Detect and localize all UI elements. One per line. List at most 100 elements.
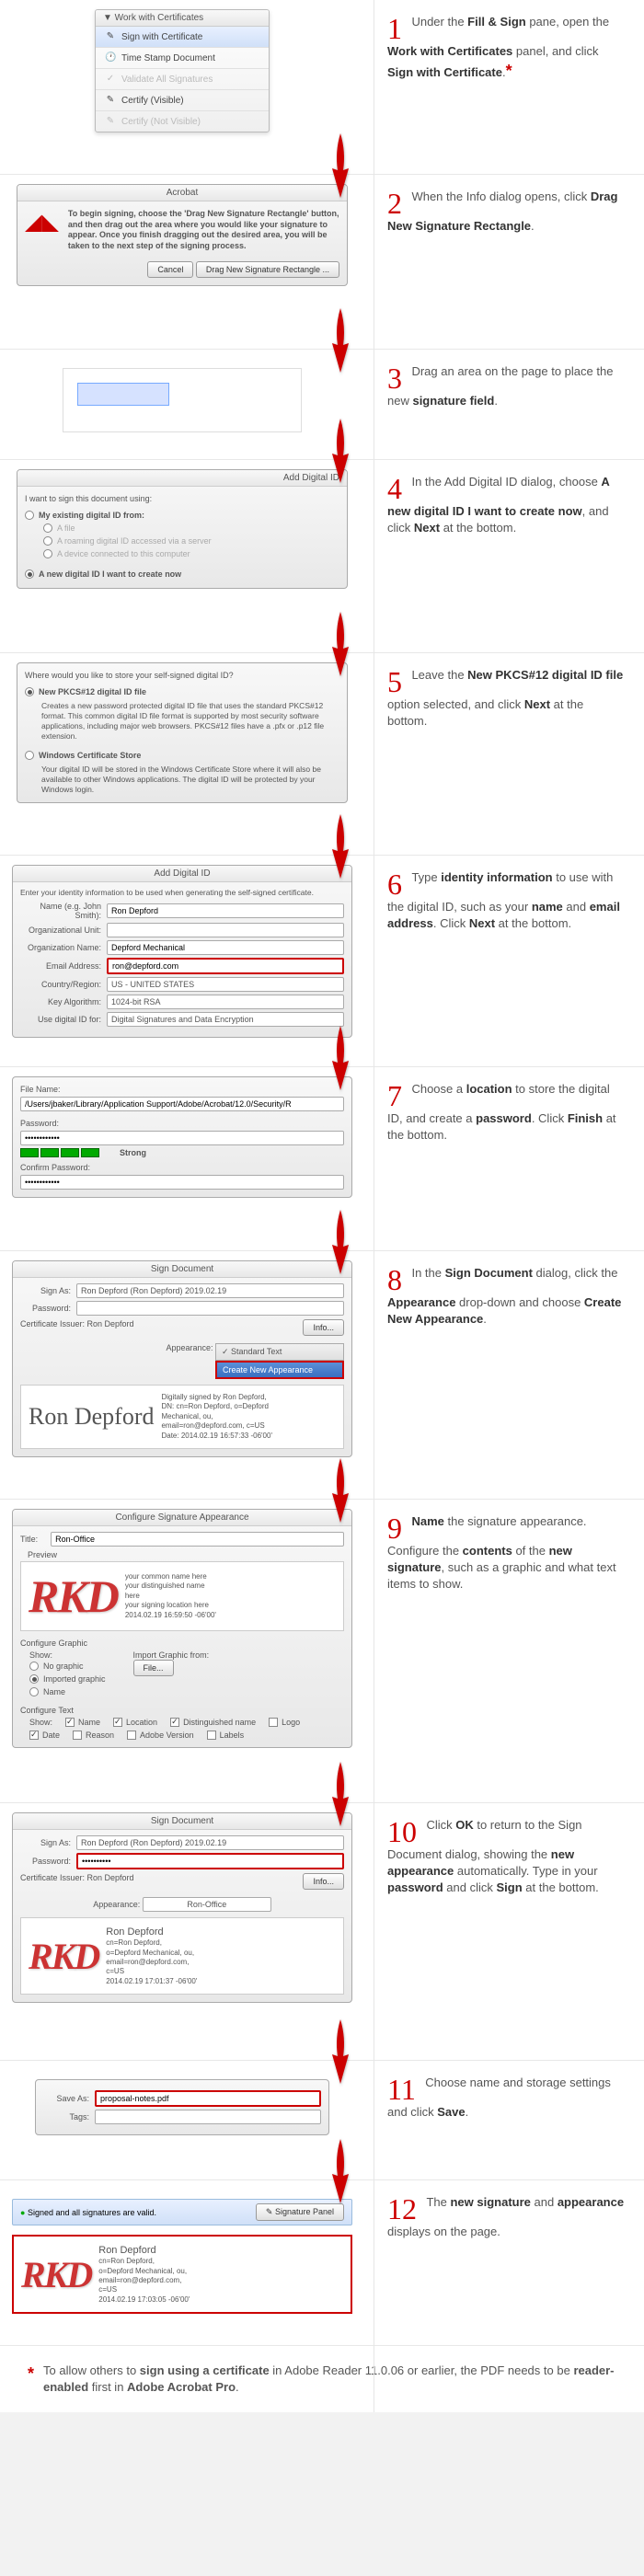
title-field[interactable] xyxy=(51,1532,344,1547)
password-field[interactable] xyxy=(76,1301,344,1316)
radio-imported-graphic[interactable]: Imported graphic xyxy=(29,1673,106,1685)
signature-preview: RKD your common name here your distingui… xyxy=(20,1561,344,1631)
ou-field[interactable] xyxy=(107,923,344,937)
saveas-field[interactable] xyxy=(95,2090,321,2107)
appearance-select[interactable]: Ron-Office xyxy=(143,1897,271,1912)
email-field[interactable] xyxy=(107,958,344,974)
signature-field-drag[interactable] xyxy=(77,383,169,406)
use-label: Use digital ID for: xyxy=(20,1015,101,1024)
signature-on-page: RKD Ron Depfordcn=Ron Depford, o=Depford… xyxy=(12,2235,352,2314)
radio-name-graphic[interactable]: Name xyxy=(29,1685,106,1698)
step-text: Leave the New PKCS#12 digital ID file op… xyxy=(387,668,623,728)
preview-text: your common name here your distinguished… xyxy=(125,1572,216,1620)
chk-name[interactable]: Name xyxy=(65,1718,100,1727)
step-text: In the Sign Document dialog, click the A… xyxy=(387,1266,621,1326)
arrow-icon xyxy=(329,1458,351,1535)
info-button[interactable]: Info... xyxy=(303,1873,344,1890)
key-select[interactable]: 1024-bit RSA xyxy=(107,995,344,1009)
step-number: 4 xyxy=(387,474,402,503)
signas-select[interactable]: Ron Depford (Ron Depford) 2019.02.19 xyxy=(76,1835,344,1850)
dialog-title: Acrobat xyxy=(17,185,347,201)
step-text: The new signature and appearance display… xyxy=(387,2195,624,2238)
signas-select[interactable]: Ron Depford (Ron Depford) 2019.02.19 xyxy=(76,1283,344,1298)
step-text: Choose a location to store the digital I… xyxy=(387,1082,616,1142)
email-label: Email Address: xyxy=(20,961,101,971)
drag-rectangle-button[interactable]: Drag New Signature Rectangle ... xyxy=(196,261,339,278)
signature-name: Ron Depford xyxy=(29,1405,154,1429)
panel-title[interactable]: ▼ Work with Certificates xyxy=(96,10,269,27)
chk-location[interactable]: Location xyxy=(113,1718,157,1727)
page-area[interactable] xyxy=(63,368,302,432)
dialog-title: Configure Signature Appearance xyxy=(13,1510,351,1526)
menu-item[interactable]: 🕐Time Stamp Document xyxy=(96,48,269,69)
appearance-option-new[interactable]: Create New Appearance xyxy=(215,1361,344,1379)
configure-appearance-dialog: Configure Signature Appearance Title: Pr… xyxy=(12,1509,352,1748)
chk-reason[interactable]: Reason xyxy=(73,1731,114,1740)
chk-labels[interactable]: Labels xyxy=(207,1731,245,1740)
chk-dn[interactable]: Distinguished name xyxy=(170,1718,256,1727)
file-field[interactable] xyxy=(20,1097,344,1111)
chk-adobe-version[interactable]: Adobe Version xyxy=(127,1731,194,1740)
password-field[interactable] xyxy=(20,1131,344,1145)
radio-roaming: A roaming digital ID accessed via a serv… xyxy=(43,535,339,547)
arrow-icon xyxy=(329,2019,351,2097)
file-button[interactable]: File... xyxy=(133,1660,174,1676)
step-number: 5 xyxy=(387,667,402,696)
saveas-label: Save As: xyxy=(43,2094,89,2103)
step-number: 6 xyxy=(387,869,402,899)
radio-existing-id[interactable]: My existing digital ID from: xyxy=(25,509,339,522)
arrow-icon xyxy=(329,308,351,385)
menu-item[interactable]: ✎Certify (Visible) xyxy=(96,90,269,111)
arrow-icon xyxy=(329,419,351,496)
radio-no-graphic[interactable]: No graphic xyxy=(29,1660,106,1673)
menu-label: Validate All Signatures xyxy=(121,75,213,85)
validation-bar: ● Signed and all signatures are valid. ✎… xyxy=(12,2199,352,2225)
menu-item[interactable]: ✎Sign with Certificate xyxy=(96,27,269,48)
adobe-icon: ◢◣ xyxy=(25,209,59,252)
tags-field[interactable] xyxy=(95,2110,321,2124)
rkd-graphic: RKD xyxy=(29,1570,118,1623)
issuer-text: Certificate Issuer: Ron Depford xyxy=(20,1319,134,1336)
confirm-label: Confirm Password: xyxy=(20,1163,344,1172)
arrow-icon xyxy=(329,814,351,891)
use-select[interactable]: Digital Signatures and Data Encryption xyxy=(107,1012,344,1027)
signas-label: Sign As: xyxy=(20,1838,71,1847)
menu-item: ✎Certify (Not Visible) xyxy=(96,111,269,132)
sign-document-dialog: Sign Document Sign As: Ron Depford (Ron D… xyxy=(12,1812,352,2003)
signas-label: Sign As: xyxy=(20,1286,71,1295)
dialog-title: Sign Document xyxy=(13,1813,351,1830)
radio-pkcs12[interactable]: New PKCS#12 digital ID file xyxy=(25,685,339,698)
cancel-button[interactable]: Cancel xyxy=(147,261,193,278)
radio-windows-store[interactable]: Windows Certificate Store xyxy=(25,749,339,762)
name-field[interactable] xyxy=(107,903,344,918)
chk-date[interactable]: Date xyxy=(29,1731,60,1740)
step-number: 9 xyxy=(387,1513,402,1543)
arrow-icon xyxy=(329,1026,351,1103)
country-select[interactable]: US - UNITED STATES xyxy=(107,977,344,992)
step-text: Choose name and storage settings and cli… xyxy=(387,2076,611,2119)
step-number: 3 xyxy=(387,363,402,393)
step-text: In the Add Digital ID dialog, choose A n… xyxy=(387,475,609,535)
dialog-title: Add Digital ID xyxy=(13,866,351,882)
strength-meter: Strong xyxy=(20,1148,344,1157)
country-label: Country/Region: xyxy=(20,980,101,989)
chk-logo[interactable]: Logo xyxy=(269,1718,300,1727)
confirm-field[interactable] xyxy=(20,1175,344,1190)
key-label: Key Algorithm: xyxy=(20,997,101,1006)
info-button[interactable]: Info... xyxy=(303,1319,344,1336)
signature-detail: Ron Depfordcn=Ron Depford, o=Depford Mec… xyxy=(106,1926,197,1986)
sign-document-dialog: Sign Document Sign As:Ron Depford (Ron D… xyxy=(12,1260,352,1457)
import-label: Import Graphic from: xyxy=(133,1650,210,1660)
radio-new-id[interactable]: A new digital ID I want to create now xyxy=(25,568,339,581)
step-text: Type identity information to use with th… xyxy=(387,870,620,930)
step-number: 2 xyxy=(387,189,402,218)
step-number: 8 xyxy=(387,1265,402,1294)
password-field[interactable] xyxy=(76,1853,344,1869)
rkd-graphic: RKD xyxy=(29,1935,98,1978)
step-number: 10 xyxy=(387,1817,417,1846)
show-label: Show: xyxy=(29,1718,52,1727)
org-field[interactable] xyxy=(107,940,344,955)
appearance-option-standard[interactable]: ✓ Standard Text xyxy=(215,1343,344,1361)
step-number: 12 xyxy=(387,2194,417,2224)
certificates-panel: ▼ Work with Certificates ✎Sign with Cert… xyxy=(95,9,270,132)
